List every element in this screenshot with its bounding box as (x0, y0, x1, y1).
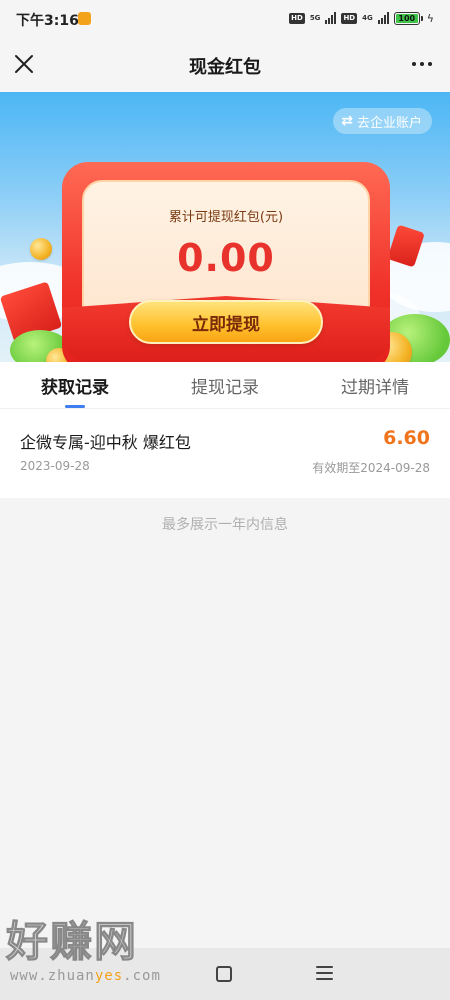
watermark-url-suffix: .com (123, 968, 161, 984)
record-amount: 6.60 (383, 427, 430, 449)
status-time: 下午3:16 (16, 13, 79, 29)
record-title: 企微专属-迎中秋 爆红包 (20, 433, 191, 452)
status-bar: 下午3:16 HD 5G HD 4G 100 ϟ (0, 0, 450, 38)
record-expiry: 有效期至2024-09-28 (312, 461, 430, 475)
swap-icon: ⇄ (341, 113, 353, 129)
withdraw-button[interactable]: 立即提现 (129, 300, 323, 344)
charging-icon: ϟ (426, 11, 434, 25)
watermark-url: www.zhuanyes.com (10, 968, 161, 984)
nav-bar: 现金红包 (0, 38, 450, 92)
battery-level: 100 (395, 13, 418, 23)
signal-icon (325, 12, 337, 24)
record-tabs: 获取记录 提现记录 过期详情 (0, 362, 450, 408)
coin-decoration (30, 238, 52, 260)
more-icon[interactable] (412, 62, 432, 66)
record-date: 2023-09-28 (20, 459, 90, 473)
tab-expired-details[interactable]: 过期详情 (300, 362, 450, 408)
menu-icon[interactable] (316, 966, 333, 980)
switch-account-label: 去企业账户 (356, 115, 422, 131)
network-5g-label: 5G (309, 14, 321, 22)
network-4g-label: 4G (362, 14, 373, 22)
hd-badge-2: HD (341, 12, 358, 24)
hd-badge: HD (289, 12, 305, 24)
list-item[interactable]: 企微专属-迎中秋 爆红包 6.60 2023-09-28 有效期至2024-09… (0, 408, 450, 498)
watermark: 好赚网 www.zhuanyes.com (5, 917, 196, 990)
balance-amount: 0.00 (177, 236, 275, 280)
tab-withdraw-records[interactable]: 提现记录 (150, 362, 300, 408)
battery-icon: 100 (393, 11, 423, 25)
page-title: 现金红包 (189, 57, 261, 78)
status-indicators: HD 5G HD 4G 100 ϟ (289, 9, 434, 27)
watermark-logo: 好赚网 (5, 917, 139, 966)
balance-label: 累计可提现红包(元) (168, 210, 284, 225)
switch-account-button[interactable]: ⇄ 去企业账户 (333, 108, 432, 134)
signal-icon-2 (377, 12, 389, 24)
notification-icon (78, 12, 91, 25)
tab-label: 获取记录 (41, 378, 109, 398)
tab-label: 过期详情 (341, 378, 409, 398)
footnote: 最多展示一年内信息 (162, 517, 288, 533)
tab-acquire-records[interactable]: 获取记录 (0, 362, 150, 408)
watermark-url-prefix: www.zhuan (10, 968, 95, 984)
home-icon[interactable] (216, 966, 232, 982)
tab-label: 提现记录 (191, 378, 259, 398)
watermark-url-accent: yes (94, 968, 124, 984)
